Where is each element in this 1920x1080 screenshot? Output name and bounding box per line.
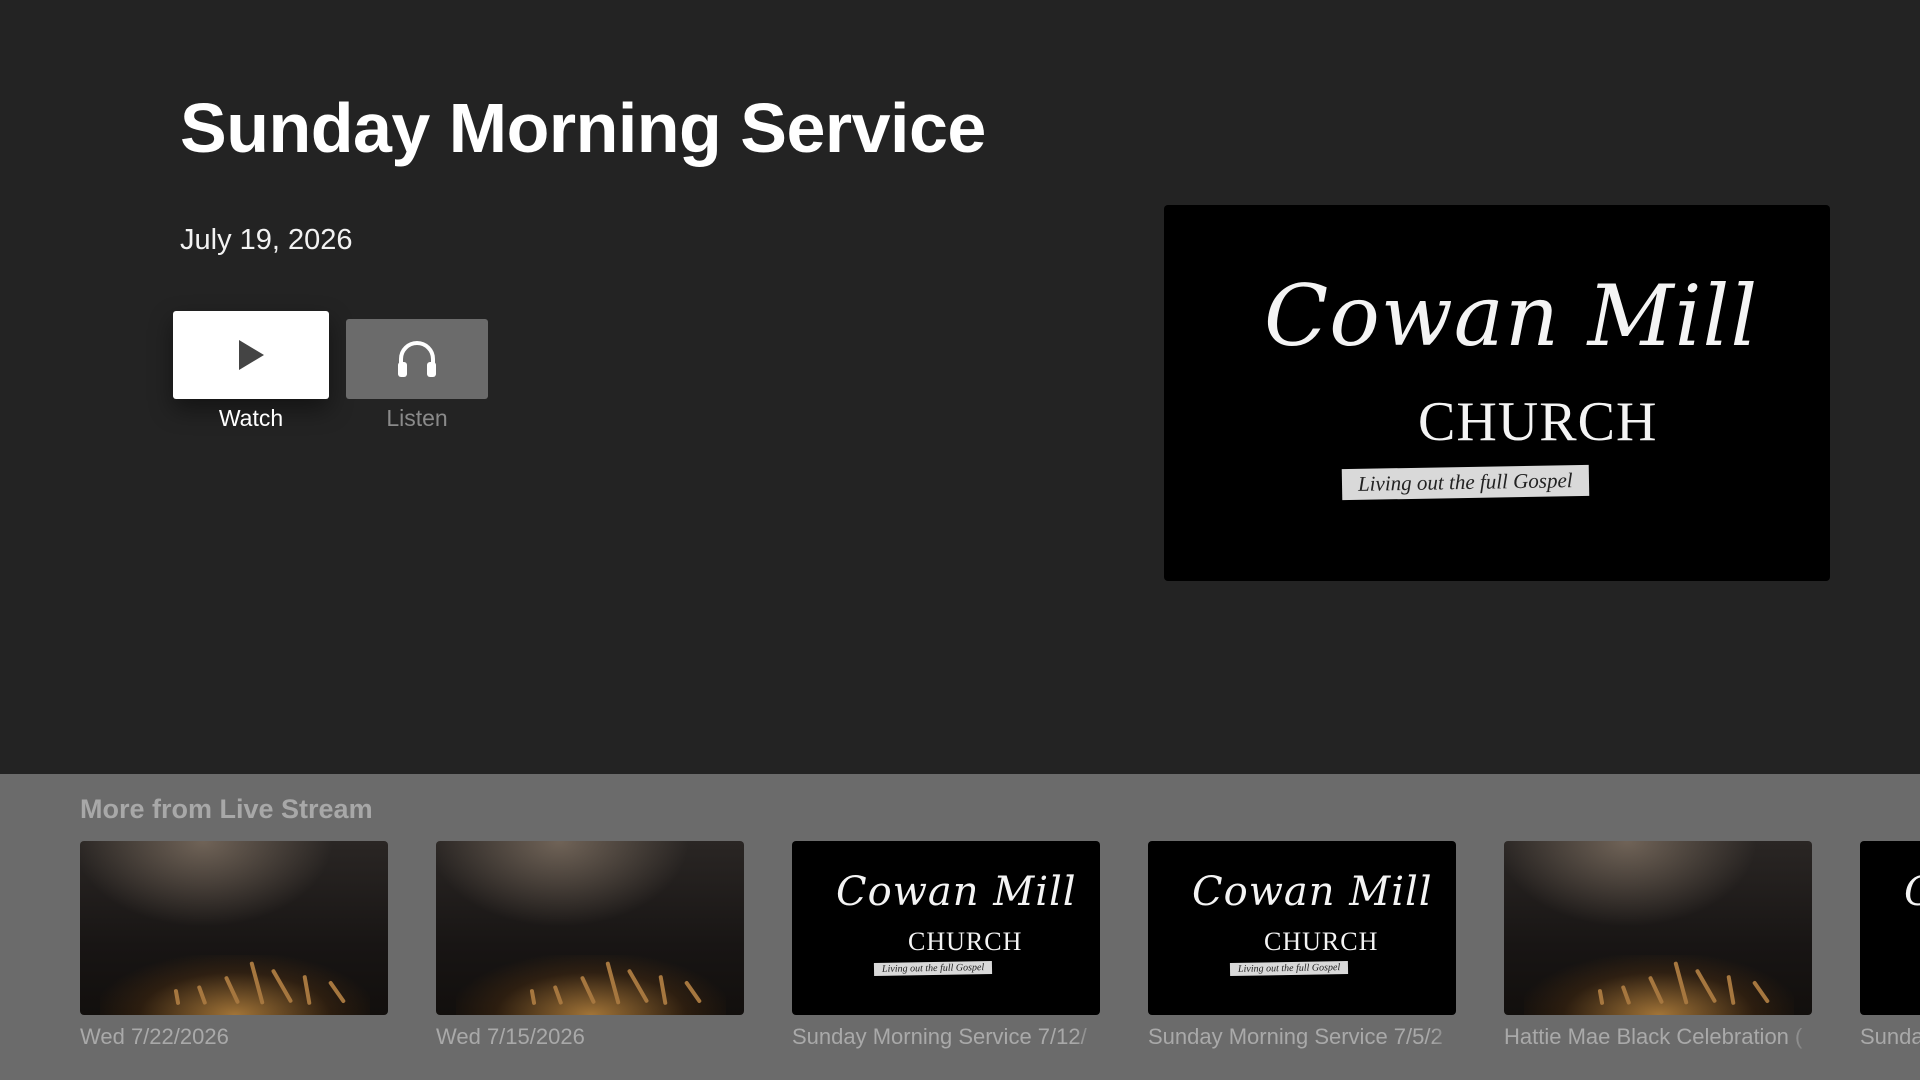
card-thumbnail [80, 841, 388, 1015]
thumb-logo-script: Cowan Mill [1904, 869, 1920, 915]
thumb-logo-church: CHURCH [908, 927, 1023, 956]
card-label: Hattie Mae Black Celebration ( [1504, 1024, 1803, 1049]
episode-artwork: Cowan Mill CHURCH Living out the full Go… [1164, 205, 1830, 581]
card-label: Sunda [1860, 1024, 1920, 1049]
shelf-card[interactable]: Hattie Mae Black Celebration ( [1504, 841, 1812, 1050]
listen-button-label: Listen [386, 405, 448, 431]
shelf-title: More from Live Stream [80, 794, 373, 824]
card-label: Wed 7/15/2026 [436, 1024, 585, 1049]
headphones-icon [398, 341, 436, 377]
card-thumbnail: Cowan Mill CHURCH Living out the full Gosp… [792, 841, 1100, 1015]
artwork-logo-script: Cowan Mill [1264, 267, 1759, 365]
shelf-card[interactable]: Cowan Mill CHURCH Living out the full Gosp… [792, 841, 1100, 1050]
episode-date: July 19, 2026 [180, 224, 353, 256]
page-title: Sunday Morning Service [180, 89, 986, 167]
thumb-logo-script: Cowan Mill [836, 869, 1077, 915]
shelf-card[interactable]: Cowan MillCHURCHLiving out the full Gosp… [1860, 841, 1920, 1050]
more-from-shelf: More from Live Stream Wed 7/22/2026 Wed 7… [0, 774, 1920, 1080]
thumb-logo-church: CHURCH [1264, 927, 1379, 956]
card-thumbnail [1504, 841, 1812, 1015]
shelf-card[interactable]: Cowan Mill CHURCH Living out the full Gosp… [1148, 841, 1456, 1050]
card-thumbnail: Cowan MillCHURCHLiving out the full Gosp… [1860, 841, 1920, 1015]
watch-button-label: Watch [218, 405, 284, 431]
thumb-logo-tagline: Living out the full Gospel [1229, 960, 1349, 977]
episode-detail-screen: Sunday Morning Service July 19, 2026 Wat… [0, 0, 1920, 1080]
play-icon [239, 340, 264, 370]
thumb-logo-tagline: Living out the full Gospel [873, 960, 993, 977]
card-label: Sunday Morning Service 7/5/2 [1148, 1024, 1443, 1049]
watch-button[interactable] [173, 311, 329, 399]
artwork-logo-tagline: Living out the full Gospel [1341, 464, 1589, 501]
card-label: Wed 7/22/2026 [80, 1024, 229, 1049]
artwork-logo-church: CHURCH [1418, 391, 1658, 453]
card-label: Sunday Morning Service 7/12/ [792, 1024, 1087, 1049]
card-thumbnail [436, 841, 744, 1015]
card-thumbnail: Cowan Mill CHURCH Living out the full Gosp… [1148, 841, 1456, 1015]
shelf-card[interactable]: Wed 7/15/2026 [436, 841, 744, 1050]
listen-button[interactable] [346, 319, 488, 399]
thumb-logo-script: Cowan Mill [1192, 869, 1433, 915]
shelf-card[interactable]: Wed 7/22/2026 [80, 841, 388, 1050]
